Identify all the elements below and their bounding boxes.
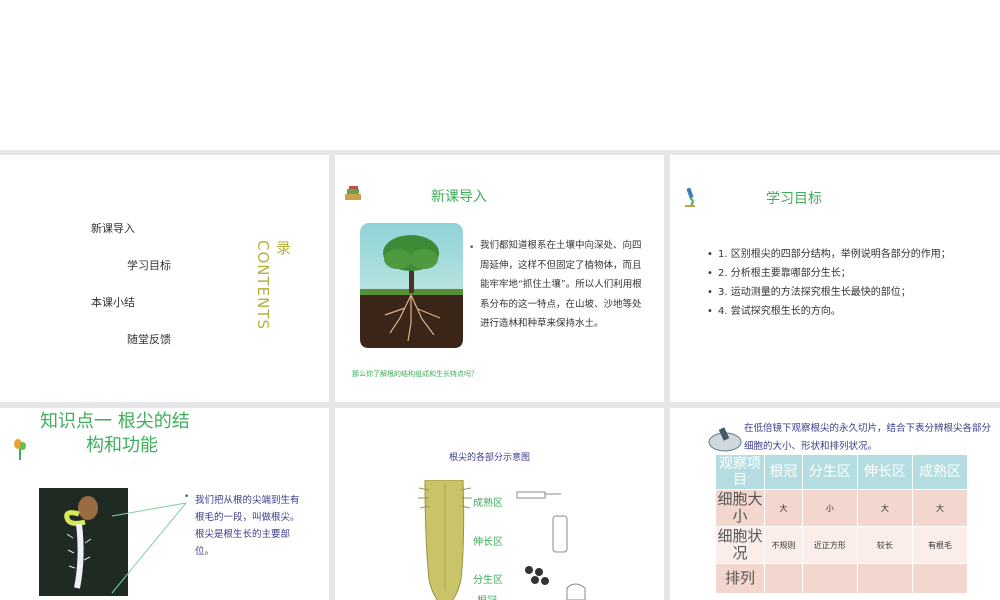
top-blank-area bbox=[0, 0, 1000, 150]
table-cell: 大 bbox=[856, 489, 913, 527]
bullet-dot: • bbox=[184, 492, 190, 502]
bullet-dot: • bbox=[707, 306, 713, 317]
goal-text: 4. 尝试探究根生长的方向。 bbox=[718, 306, 841, 317]
slide-title-line1: 知识点一 根尖的结 bbox=[40, 411, 190, 432]
table-cell: 大 bbox=[911, 489, 969, 527]
cell-illustrations bbox=[516, 491, 586, 600]
bullet-dot: • bbox=[707, 268, 713, 279]
books-icon bbox=[345, 186, 361, 200]
toc-item-goals: 学习目标 bbox=[127, 259, 171, 272]
row-header-cell: 排列 bbox=[715, 563, 765, 594]
bullet-dot: • bbox=[707, 249, 713, 260]
header-cell: 根冠 bbox=[764, 454, 803, 490]
header-cell: 观察项目 bbox=[715, 454, 765, 490]
table-cell bbox=[801, 563, 858, 594]
toc-item-summary: 本课小结 bbox=[91, 296, 135, 309]
contents-title-cn: 录 bbox=[276, 239, 292, 257]
function-sentence: 根尖是根生长的主要部位。 bbox=[195, 529, 291, 557]
table-instruction: 在低倍镜下观察根尖的永久切片，结合下表分辨根尖各部分细胞的大小、形状和排列状况。 bbox=[744, 423, 992, 452]
goal-text: 1. 区别根尖的四部分结构，举例说明各部分的作用； bbox=[718, 249, 951, 260]
toc-item-feedback: 随堂反馈 bbox=[127, 333, 171, 346]
slide-title: 新课导入 bbox=[431, 189, 487, 205]
root-tip-definition: 我们把从根的尖端到生有根毛的一段，叫做根尖。根尖是根生长的主要部位。 bbox=[195, 492, 305, 560]
header-cell: 分生区 bbox=[801, 454, 858, 490]
table-cell: 大 bbox=[764, 489, 803, 527]
microscope-illustration-icon bbox=[708, 427, 742, 452]
definition-sentence: 我们把从根的尖端到生有根毛的一段，叫做根尖。 bbox=[195, 495, 300, 523]
slide-thumbnail-knowledge-point[interactable]: 知识点一 根尖的结 构和功能 • 我们把从根的尖端到生有根毛的一段，叫做根尖。根… bbox=[0, 408, 329, 600]
table-row: 排列 bbox=[715, 563, 969, 594]
microscope-icon bbox=[685, 188, 695, 207]
goal-item: • 4. 尝试探究根生长的方向。 bbox=[707, 302, 962, 321]
slide-thumbnail-diagram[interactable]: 根尖的各部分示意图 成熟区 伸长区 分生区 根冠 bbox=[335, 408, 664, 600]
label-meristem-zone: 分生区 bbox=[473, 575, 503, 586]
table-cell: 有根毛 bbox=[911, 526, 969, 564]
tree-roots-image bbox=[360, 223, 463, 348]
label-elongation-zone: 伸长区 bbox=[473, 537, 503, 548]
toc-item-intro: 新课导入 bbox=[91, 222, 135, 235]
goal-item: • 1. 区别根尖的四部分结构，举例说明各部分的作用； bbox=[707, 245, 962, 264]
table-cell bbox=[764, 563, 803, 594]
intro-paragraph: 我们都知道根系在土壤中向深处、向四周延伸，这样不但固定了植物体，而且能牢牢地“抓… bbox=[480, 240, 642, 329]
table-cell: 小 bbox=[801, 489, 858, 527]
row-header-cell: 细胞大小 bbox=[715, 489, 765, 527]
table-cell: 较长 bbox=[856, 526, 913, 564]
observation-table: 观察项目 根冠 分生区 伸长区 成熟区 细胞大小 大 小 大 大 细胞状况 不规… bbox=[715, 454, 969, 594]
goals-list: • 1. 区别根尖的四部分结构，举例说明各部分的作用； • 2. 分析根主要靠哪部分… bbox=[707, 245, 962, 321]
bullet-dot: • bbox=[707, 287, 713, 298]
goal-item: • 2. 分析根主要靠哪部分生长； bbox=[707, 264, 962, 283]
slide-thumbnail-goals[interactable]: 学习目标 • 1. 区别根尖的四部分结构，举例说明各部分的作用； • 2. 分析根主… bbox=[670, 155, 1000, 402]
pointer-lines bbox=[111, 502, 187, 594]
goal-text: 3. 运动测量的方法探究根生长最快的部位； bbox=[718, 287, 911, 298]
table-cell: 近正方形 bbox=[801, 526, 858, 564]
label-root-cap: 根冠 bbox=[477, 592, 497, 600]
root-tip-drawing bbox=[418, 480, 472, 600]
label-maturation-zone: 成熟区 bbox=[473, 498, 503, 509]
intro-question: 那么你了解根的结构组成和生长特点吗？ bbox=[352, 370, 478, 378]
seedling-icon bbox=[14, 439, 26, 460]
header-cell: 成熟区 bbox=[911, 454, 969, 490]
slide-title-line2: 构和功能 bbox=[86, 435, 158, 456]
goal-item: • 3. 运动测量的方法探究根生长最快的部位； bbox=[707, 283, 962, 302]
slide-thumbnail-contents[interactable]: 新课导入 学习目标 本课小结 随堂反馈 录 CONTENTS bbox=[0, 155, 329, 402]
slide-thumbnail-intro[interactable]: 新课导入 • 我们都知道根系在土壤中向深处、向四周延伸，这样不但固定了植物体，而… bbox=[335, 155, 664, 402]
contents-title-en: CONTENTS bbox=[254, 240, 272, 331]
table-header-row: 观察项目 根冠 分生区 伸长区 成熟区 bbox=[715, 454, 969, 490]
table-cell: 不规则 bbox=[764, 526, 803, 564]
table-cell bbox=[856, 563, 913, 594]
goal-text: 2. 分析根主要靠哪部分生长； bbox=[718, 268, 851, 279]
table-cell bbox=[911, 563, 969, 594]
slide-title: 学习目标 bbox=[766, 191, 822, 207]
table-row: 细胞大小 大 小 大 大 bbox=[715, 489, 969, 527]
bullet-dot: • bbox=[469, 243, 475, 253]
header-cell: 伸长区 bbox=[856, 454, 913, 490]
row-header-cell: 细胞状况 bbox=[715, 526, 765, 564]
diagram-title: 根尖的各部分示意图 bbox=[449, 453, 531, 463]
table-row: 细胞状况 不规则 近正方形 较长 有根毛 bbox=[715, 526, 969, 564]
slide-thumbnail-observation-table[interactable]: 在低倍镜下观察根尖的永久切片，结合下表分辨根尖各部分细胞的大小、形状和排列状况。… bbox=[670, 408, 1000, 600]
